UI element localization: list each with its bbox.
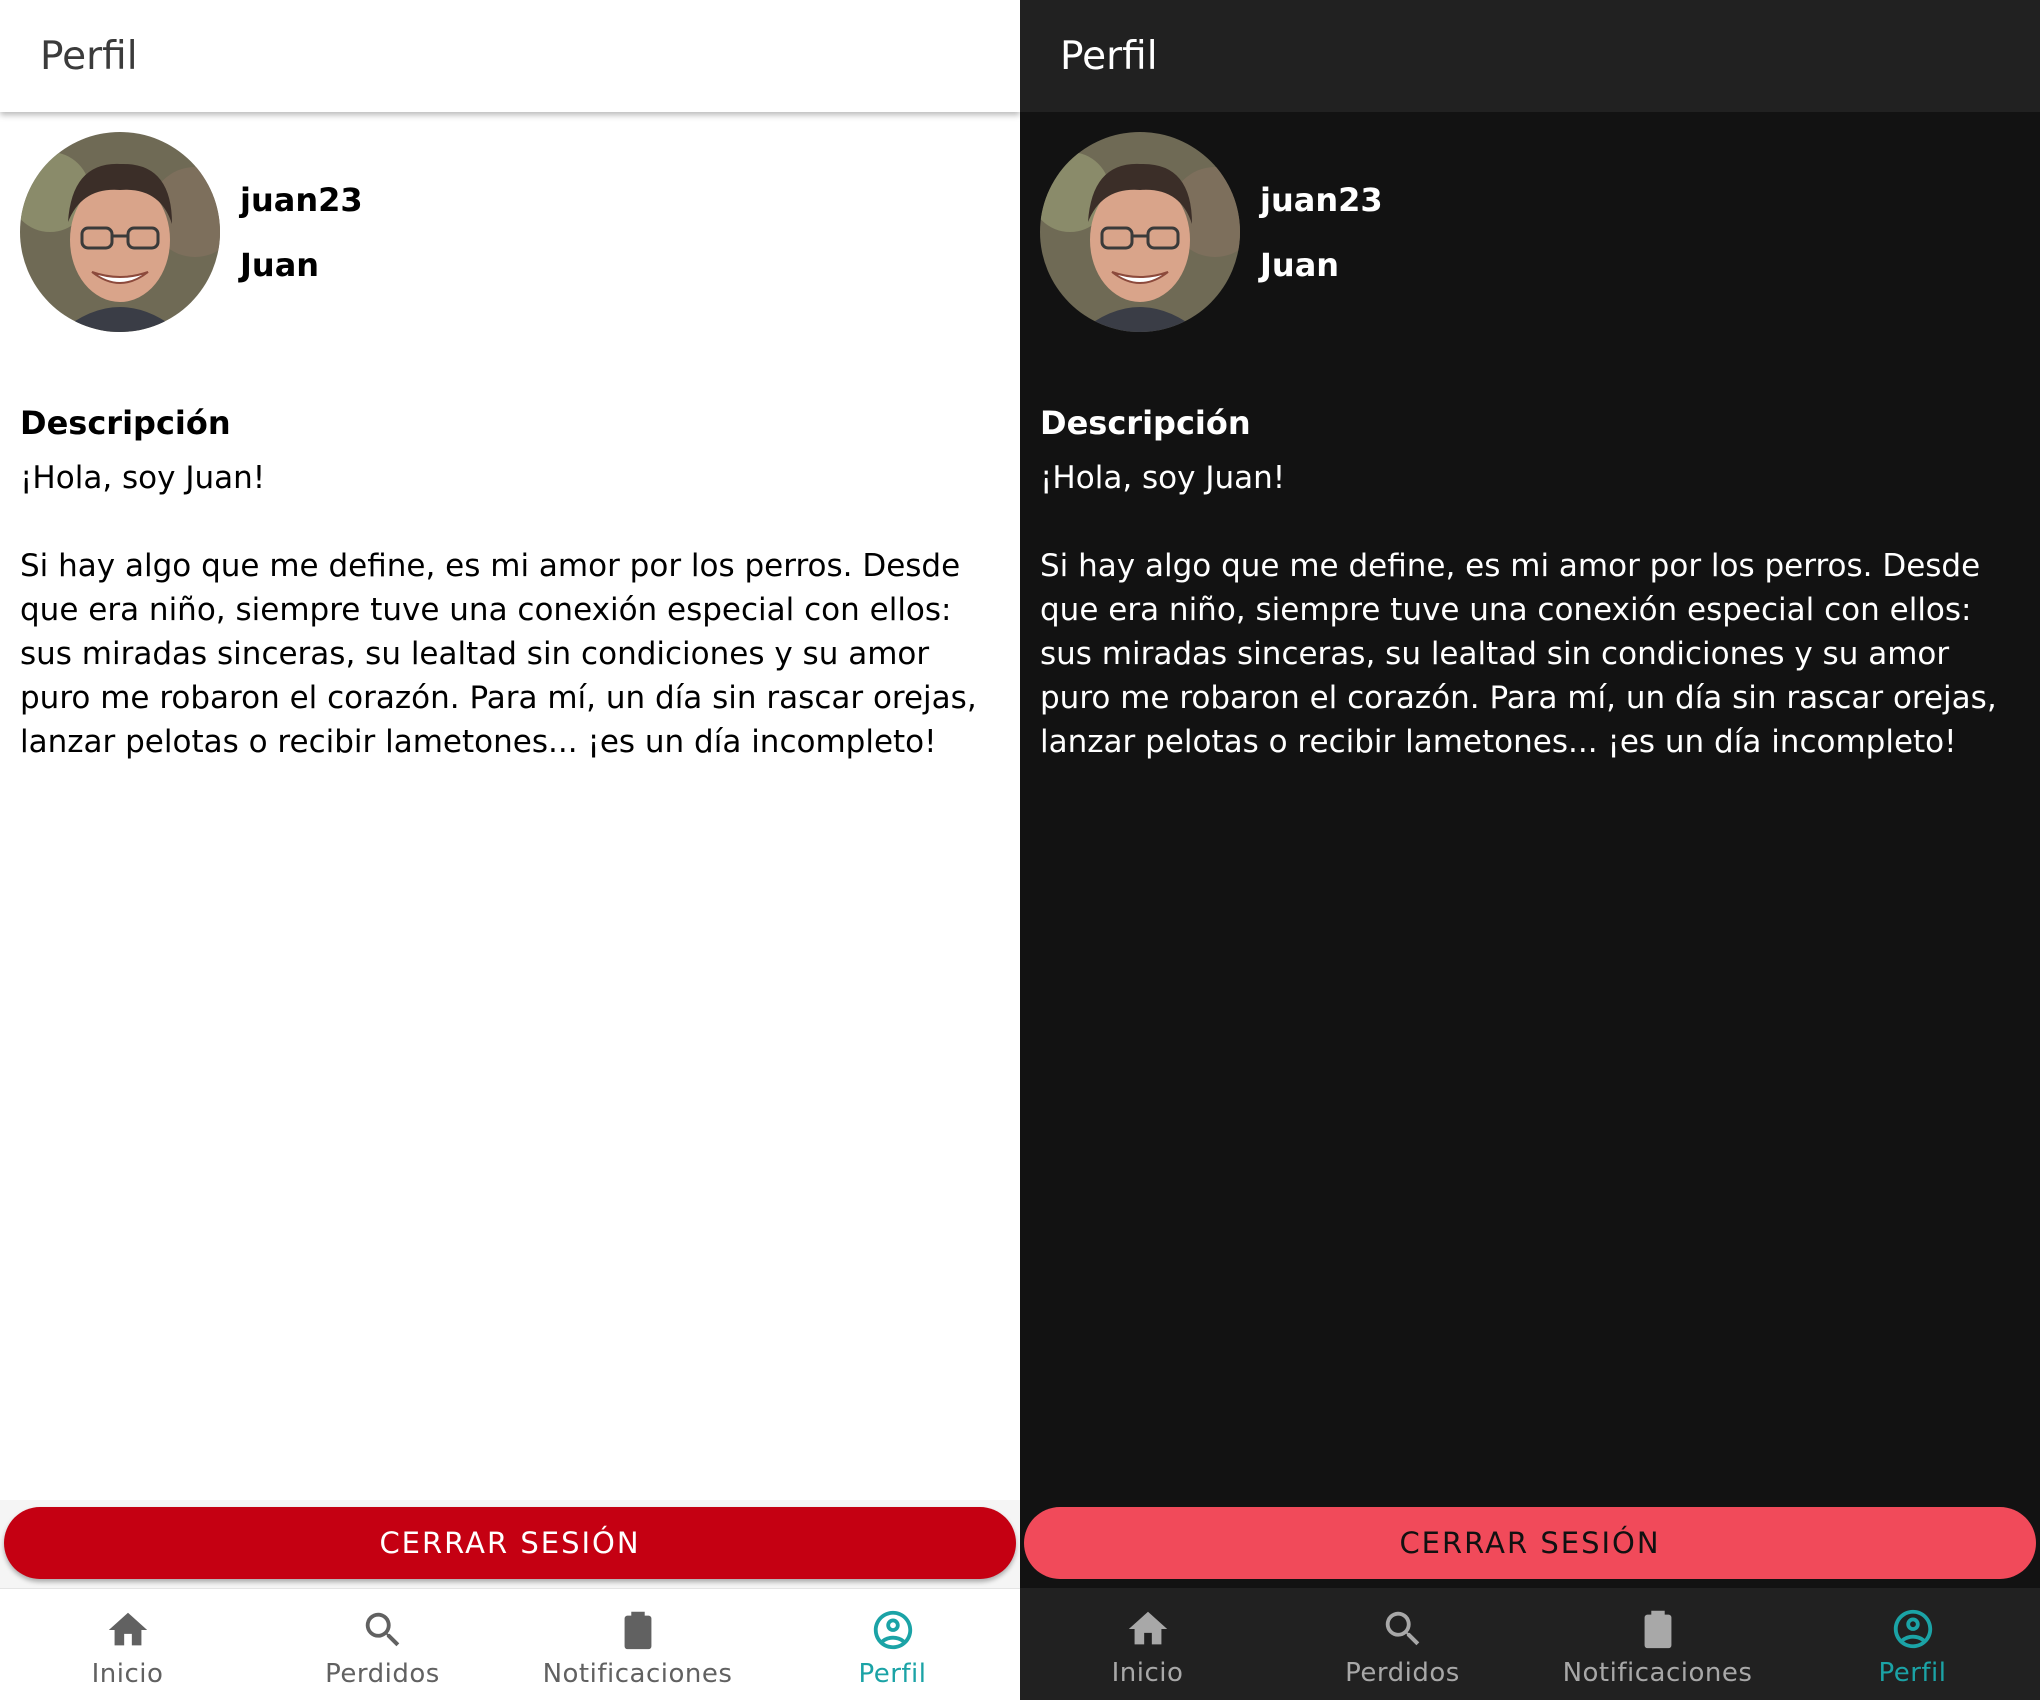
description-heading: Descripción (1040, 404, 1251, 442)
username: juan23 (240, 180, 363, 219)
description-heading: Descripción (20, 404, 231, 442)
nav-item-perdidos[interactable]: Perdidos (1275, 1588, 1530, 1700)
home-icon (1128, 1611, 1167, 1645)
nav-label: Notificaciones (542, 1659, 733, 1689)
nav-item-notificaciones[interactable]: Notificaciones (510, 1589, 765, 1700)
description-body: Si hay algo que me define, es mi amor po… (20, 548, 977, 760)
bottom-navigation: Inicio Perdidos Notificaciones Perfil (0, 1588, 1020, 1700)
nav-item-perfil[interactable]: Perfil (1785, 1588, 2040, 1700)
full-name: Juan (1260, 245, 1340, 284)
nav-label: Perfil (1878, 1658, 1947, 1688)
description-greeting: ¡Hola, soy Juan! (20, 460, 266, 496)
avatar (1040, 132, 1240, 332)
description-greeting: ¡Hola, soy Juan! (1040, 460, 1286, 496)
nav-item-inicio[interactable]: Inicio (1020, 1588, 1275, 1700)
nav-item-inicio[interactable]: Inicio (0, 1589, 255, 1700)
description-text: ¡Hola, soy Juan! Si hay algo que me defi… (1040, 456, 2025, 764)
nav-item-perdidos[interactable]: Perdidos (255, 1589, 510, 1700)
logout-button[interactable]: CERRAR SESIÓN (1024, 1507, 2036, 1579)
nav-label: Notificaciones (1562, 1658, 1753, 1688)
account-circle-icon (873, 1610, 912, 1650)
search-icon (1385, 1611, 1419, 1646)
description-body: Si hay algo que me define, es mi amor po… (1040, 548, 1997, 760)
nav-label: Perfil (858, 1659, 927, 1689)
logout-button[interactable]: CERRAR SESIÓN (4, 1507, 1016, 1579)
full-name: Juan (240, 245, 320, 284)
light-theme-screen: Perfil juan23 Juan Descripción ¡Hola, so… (0, 0, 1020, 1700)
profile-names: juan23 Juan (1260, 180, 1383, 285)
clipboard-icon (1644, 1610, 1671, 1649)
avatar (20, 132, 220, 332)
clipboard-icon (624, 1611, 651, 1650)
description-text: ¡Hola, soy Juan! Si hay algo que me defi… (20, 456, 1005, 764)
search-icon (365, 1612, 399, 1647)
bottom-navigation: Inicio Perdidos Notificaciones Perfil (1020, 1588, 2040, 1700)
username: juan23 (1260, 180, 1383, 219)
profile-header: juan23 Juan (1040, 132, 1383, 332)
account-circle-icon (1893, 1609, 1932, 1649)
profile-names: juan23 Juan (240, 180, 363, 285)
nav-label: Inicio (91, 1659, 164, 1689)
home-icon (108, 1612, 147, 1646)
dark-theme-screen: Perfil juan23 Juan Descripción ¡Hola, so… (1020, 0, 2040, 1700)
logout-area: CERRAR SESIÓN (1020, 1500, 2040, 1588)
top-app-bar: Perfil (1020, 0, 2040, 112)
page-title: Perfil (1060, 33, 1158, 79)
nav-item-perfil[interactable]: Perfil (765, 1589, 1020, 1700)
nav-label: Perdidos (325, 1659, 440, 1689)
top-app-bar: Perfil (0, 0, 1020, 112)
nav-label: Perdidos (1345, 1658, 1460, 1688)
page-title: Perfil (40, 33, 138, 79)
nav-label: Inicio (1111, 1658, 1184, 1688)
profile-header: juan23 Juan (20, 132, 363, 332)
nav-item-notificaciones[interactable]: Notificaciones (1530, 1588, 1785, 1700)
logout-area: CERRAR SESIÓN (0, 1500, 1020, 1588)
